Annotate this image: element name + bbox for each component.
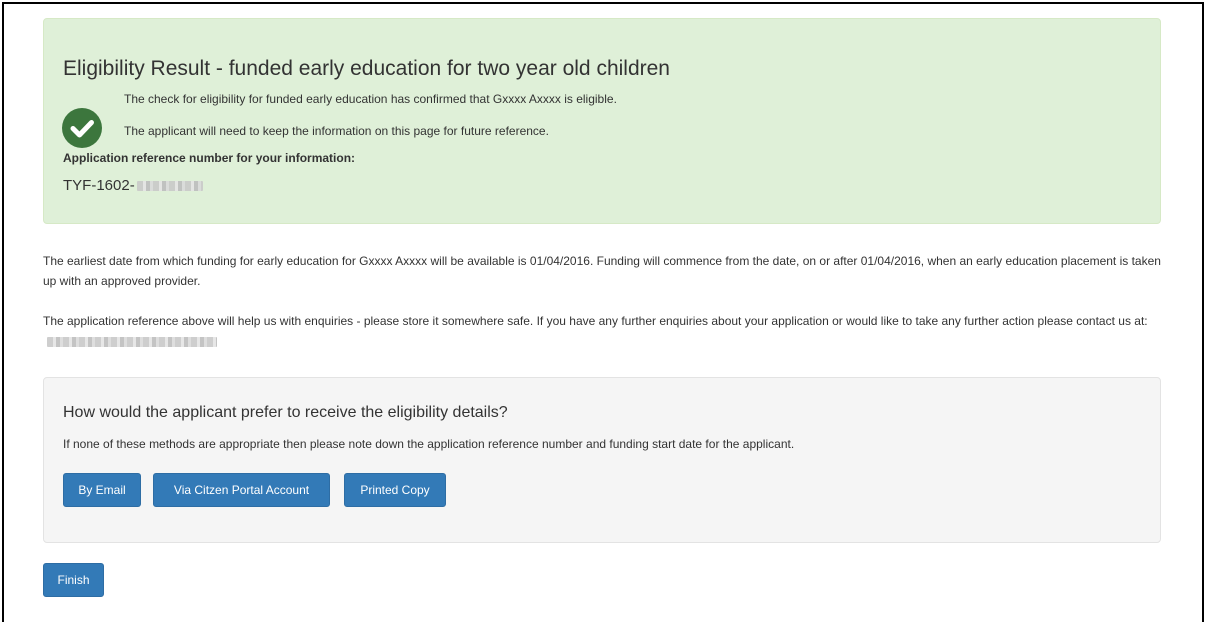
by-email-button[interactable]: By Email <box>63 473 141 507</box>
reference-number: TYF-1602- <box>63 177 203 194</box>
eligibility-confirmation-text: The check for eligibility for funded ear… <box>124 92 617 106</box>
citizen-portal-button[interactable]: Via Citzen Portal Account <box>153 473 330 507</box>
redacted-contact <box>47 336 217 347</box>
delivery-note: If none of these methods are appropriate… <box>63 437 795 451</box>
keep-information-text: The applicant will need to keep the info… <box>124 124 549 138</box>
check-circle-icon <box>62 108 102 148</box>
result-title: Eligibility Result - funded early educat… <box>63 57 670 80</box>
eligibility-result-panel: Eligibility Result - funded early educat… <box>43 18 1161 224</box>
reference-label: Application reference number for your in… <box>63 151 356 165</box>
enquiries-paragraph: The application reference above will hel… <box>43 311 1161 351</box>
delivery-options-panel: How would the applicant prefer to receiv… <box>43 377 1161 543</box>
redacted-reference <box>136 180 203 191</box>
printed-copy-button[interactable]: Printed Copy <box>344 473 446 507</box>
finish-button[interactable]: Finish <box>43 563 104 597</box>
delivery-question: How would the applicant prefer to receiv… <box>63 404 508 421</box>
funding-date-paragraph: The earliest date from which funding for… <box>43 254 1161 288</box>
enquiries-text: The application reference above will hel… <box>43 314 1148 328</box>
reference-prefix: TYF-1602- <box>63 177 135 194</box>
